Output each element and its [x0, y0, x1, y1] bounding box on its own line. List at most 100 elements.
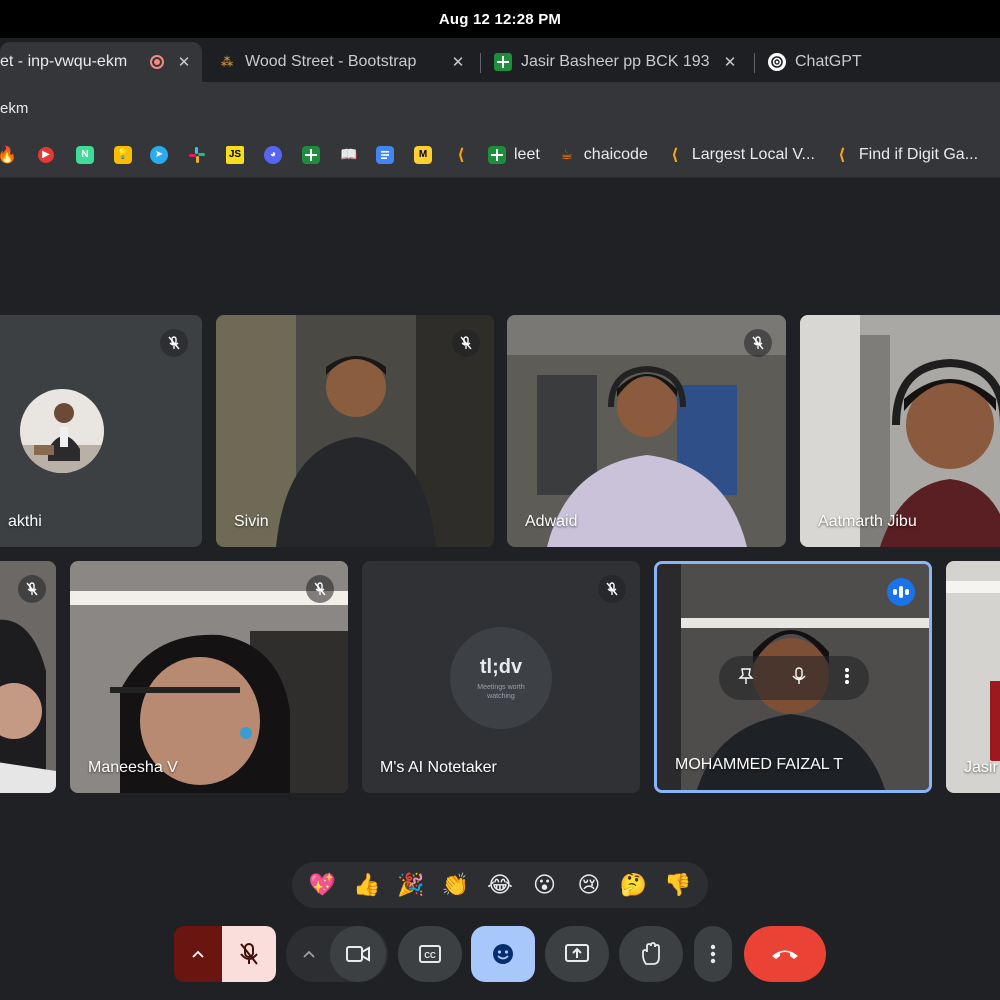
video-options-button[interactable]: [288, 926, 330, 982]
wood-street-favicon: ⁂: [220, 55, 234, 69]
tab-title: ChatGPT: [795, 53, 862, 70]
bookmark-notion[interactable]: N: [76, 140, 102, 170]
mute-participant-icon[interactable]: [791, 666, 807, 690]
reaction-surprised[interactable]: 😮: [524, 872, 564, 898]
close-tab-icon[interactable]: ✕: [720, 53, 740, 71]
bookmark-docs[interactable]: [376, 140, 402, 170]
audio-options-button[interactable]: [174, 926, 222, 982]
tldv-tagline: Meetings worth watching: [477, 683, 525, 700]
sheets-icon: [494, 53, 512, 71]
present-icon: [565, 944, 589, 962]
tile-hover-controls: [719, 656, 869, 700]
play-icon: ▶: [38, 146, 54, 163]
more-options-button[interactable]: [694, 926, 732, 982]
bookmark-largest-local[interactable]: ⟨ Largest Local V...: [666, 140, 815, 170]
bookmark-leetcode[interactable]: ⟨: [452, 140, 478, 170]
send-reaction-button[interactable]: [471, 926, 535, 982]
participant-name: M's AI Notetaker: [380, 759, 497, 776]
participant-tile[interactable]: akthi: [0, 315, 202, 547]
present-screen-button[interactable]: [545, 926, 609, 982]
url-text[interactable]: ekm: [0, 100, 28, 117]
close-tab-icon[interactable]: ✕: [448, 53, 468, 71]
reaction-thinking[interactable]: 🤔: [613, 872, 653, 898]
mic-off-icon: [744, 329, 772, 357]
participant-tile[interactable]: Maneesha V: [70, 561, 348, 793]
hang-up-icon: [772, 950, 798, 959]
participant-name: MOHAMMED FAIZAL T: [675, 756, 844, 773]
bookmark-book[interactable]: 📖: [340, 140, 366, 170]
mic-off-icon: [240, 943, 258, 965]
participant-name: akthi: [8, 513, 42, 530]
close-tab-icon[interactable]: ✕: [174, 53, 194, 71]
book-icon: 📖: [340, 146, 358, 162]
participant-tile[interactable]: Jasir: [946, 561, 1000, 793]
bookmark-keep[interactable]: 💡: [114, 140, 140, 170]
bookmark-telegram[interactable]: ➤: [150, 140, 176, 170]
bookmark-discord[interactable]: ◕: [264, 140, 290, 170]
participant-name: Adwaid: [525, 513, 578, 530]
bookmark-miro[interactable]: M: [414, 140, 440, 170]
participant-name: Jasir: [964, 759, 998, 776]
mic-off-icon: [306, 575, 334, 603]
tab-meet[interactable]: et - inp-vwqu-ekm ✕: [0, 42, 202, 82]
reaction-crying[interactable]: 😢: [569, 872, 609, 898]
system-clock: Aug 12 12:28 PM: [438, 10, 562, 28]
smiley-icon: [493, 944, 513, 964]
bookmark-label: Find if Digit Ga...: [858, 145, 979, 163]
participant-tile[interactable]: Aatmarth Jibu: [800, 315, 1000, 547]
bookmark-slack[interactable]: [188, 140, 214, 170]
keep-bulb-icon: 💡: [114, 145, 132, 164]
tab-chatgpt[interactable]: ChatGPT: [768, 42, 1000, 82]
participant-tile[interactable]: Sivin: [216, 315, 494, 547]
participant-tile[interactable]: Adwaid: [507, 315, 786, 547]
bookmark-js[interactable]: JS: [226, 140, 252, 170]
miro-icon: M: [414, 145, 432, 164]
sheets-icon: [488, 145, 506, 164]
recording-icon: [150, 55, 164, 69]
tab-separator: [480, 53, 481, 73]
telegram-icon: ➤: [150, 145, 168, 164]
tab-separator: [754, 53, 755, 73]
reaction-thumbs-down[interactable]: 👎: [658, 872, 698, 898]
bookmark-chaicode[interactable]: ☕ chaicode: [558, 140, 648, 170]
more-options-icon[interactable]: [844, 667, 850, 690]
bookmark-label: chaicode: [583, 145, 648, 163]
leetcode-icon: ⟨: [457, 146, 465, 164]
tab-sheets[interactable]: Jasir Basheer pp BCK 193 ✕: [494, 42, 748, 82]
address-bar[interactable]: ekm: [0, 82, 1000, 132]
participant-tile-active-speaker[interactable]: MOHAMMED FAIZAL T: [654, 561, 932, 793]
tab-wood-street[interactable]: ⁂ Wood Street - Bootstrap ✕: [218, 42, 476, 82]
tldv-wordmark: tl;dv: [479, 655, 523, 678]
raise-hand-button[interactable]: [619, 926, 683, 982]
sheets-icon: [302, 145, 320, 164]
camera-toggle-button[interactable]: [330, 926, 386, 982]
closed-captions-icon: CC: [419, 945, 441, 963]
reaction-sparkling-heart[interactable]: 💖: [302, 872, 342, 898]
captions-button[interactable]: CC: [398, 926, 462, 982]
speaking-indicator-icon: [887, 578, 915, 606]
bookmark-fire[interactable]: 🔥: [0, 140, 28, 170]
reaction-party-popper[interactable]: 🎉: [391, 872, 431, 898]
reaction-joy[interactable]: 😂: [480, 872, 520, 898]
bookmark-play[interactable]: ▶: [38, 140, 64, 170]
leave-call-button[interactable]: [744, 926, 826, 982]
participant-tile[interactable]: [0, 561, 56, 793]
mic-off-icon: [160, 329, 188, 357]
avatar: [20, 389, 104, 473]
mic-toggle-button[interactable]: [222, 926, 276, 982]
camera-control-group: [286, 926, 388, 982]
bookmark-sheets[interactable]: [302, 140, 328, 170]
notion-n-icon: N: [76, 145, 94, 164]
participant-name: Aatmarth Jibu: [818, 513, 917, 530]
mic-off-icon: [598, 575, 626, 603]
bookmark-find-digit[interactable]: ⟨ Find if Digit Ga...: [833, 140, 978, 170]
meeting-stage: akthi Sivin Adwaid Aatmarth Jibu Maneesh…: [0, 178, 1000, 1000]
pin-icon[interactable]: [737, 667, 754, 690]
participant-tile[interactable]: tl;dv Meetings worth watching M's AI Not…: [362, 561, 640, 793]
leetcode-icon: ⟨: [671, 146, 679, 164]
meeting-controls: CC: [0, 926, 1000, 982]
reaction-thumbs-up[interactable]: 👍: [347, 872, 387, 898]
reaction-clapping[interactable]: 👏: [436, 872, 476, 898]
system-topbar: Aug 12 12:28 PM: [0, 0, 1000, 38]
bookmark-leet[interactable]: leet: [488, 140, 540, 170]
